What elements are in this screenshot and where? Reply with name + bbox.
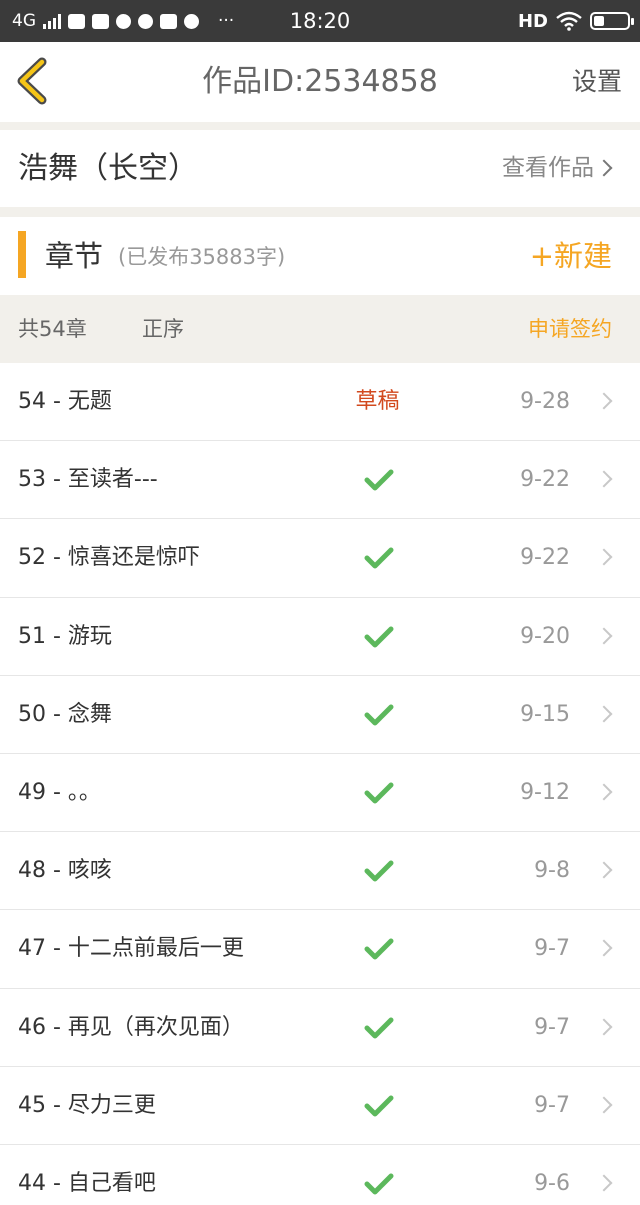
- nav-bar: 作品ID:2534858 设置: [0, 42, 640, 122]
- chapter-row[interactable]: 47 - 十二点前最后一更 9-7: [0, 910, 640, 989]
- chapter-date: 9-15: [520, 701, 570, 727]
- chapters-title: 章节: [45, 239, 104, 273]
- chapter-row[interactable]: 49 - 。。 9-12: [0, 753, 640, 833]
- qq-icon: [116, 13, 131, 29]
- bulb-icon: [184, 13, 199, 29]
- signal-icon: [43, 13, 61, 29]
- chevron-right-icon: [595, 470, 613, 488]
- chevron-right-icon: [595, 783, 613, 801]
- chapter-title: 48 - 咳咳: [18, 858, 112, 884]
- chapter-row[interactable]: 45 - 尽力三更 9-7: [0, 1066, 640, 1145]
- section-accent-bar: [18, 231, 26, 278]
- chapter-row[interactable]: 52 - 惊喜还是惊吓 9-22: [0, 519, 640, 598]
- chevron-right-icon: [595, 939, 613, 957]
- chapter-title: 47 - 十二点前最后一更: [18, 936, 244, 962]
- chevron-right-icon: [595, 1018, 613, 1035]
- chapter-date: 9-20: [520, 623, 570, 649]
- chapter-date: 9-7: [534, 936, 570, 962]
- chat-icon: [138, 13, 153, 29]
- chapter-list: 54 - 无题 草稿 9-28 53 - 至读者--- 9-22 52 - 惊喜还是惊吓 9…: [0, 363, 640, 1205]
- chevron-right-icon: [595, 1096, 613, 1114]
- settings-button[interactable]: 设置: [572, 42, 622, 122]
- back-button[interactable]: [12, 56, 56, 106]
- check-icon: [364, 547, 394, 569]
- chevron-right-icon: [595, 392, 613, 410]
- view-work-link[interactable]: 查看作品: [502, 130, 594, 207]
- apply-sign-button[interactable]: 申请签约: [528, 295, 612, 363]
- check-icon: [364, 469, 394, 491]
- chapter-date: 9-6: [534, 1170, 570, 1196]
- chapter-row[interactable]: 44 - 自己看吧 9-6: [0, 1144, 640, 1205]
- chapter-row[interactable]: 48 - 咳咳 9-8: [0, 832, 640, 911]
- check-icon: [364, 626, 394, 648]
- chapter-title: 44 - 自己看吧: [18, 1170, 156, 1196]
- check-icon: [364, 1017, 394, 1038]
- chapter-row[interactable]: 50 - 念舞 9-15: [0, 675, 640, 754]
- chapter-date: 9-12: [520, 779, 570, 805]
- page-title: 作品ID:2534858: [202, 64, 438, 99]
- check-icon: [364, 704, 394, 726]
- check-icon: [364, 782, 394, 804]
- image-icon: [92, 13, 109, 29]
- check-icon: [364, 938, 394, 960]
- chevron-right-icon: [595, 159, 613, 177]
- chapter-title: 51 - 游玩: [18, 623, 112, 649]
- chapter-date: 9-7: [534, 1092, 570, 1118]
- new-chapter-button[interactable]: +新建: [530, 217, 612, 295]
- network-label: 4G: [12, 11, 36, 31]
- sort-order-toggle[interactable]: 正序: [142, 295, 184, 363]
- chapter-date: 9-7: [534, 1014, 570, 1040]
- check-icon: [364, 1173, 394, 1195]
- chapter-title: 45 - 尽力三更: [18, 1092, 156, 1118]
- chapter-title: 46 - 再见（再次见面）: [18, 1014, 244, 1040]
- chapter-row[interactable]: 46 - 再见（再次见面） 9-7: [0, 988, 640, 1067]
- chapter-count: 共54章: [18, 317, 87, 341]
- chevron-left-icon: [17, 57, 47, 105]
- sort-bar: 共54章 正序 申请签约: [0, 295, 640, 363]
- chevron-right-icon: [595, 627, 613, 645]
- chapter-date: 9-22: [520, 545, 570, 571]
- status-bar-left: 4G ···: [12, 0, 234, 42]
- chapter-title: 53 - 至读者---: [18, 467, 158, 493]
- chapter-title: 50 - 念舞: [18, 701, 112, 727]
- chapter-title: 49 - 。。: [18, 779, 101, 805]
- chevron-right-icon: [595, 861, 613, 879]
- chapter-date: 9-8: [534, 858, 570, 884]
- check-icon: [364, 860, 394, 882]
- chapter-row[interactable]: 54 - 无题 草稿 9-28: [0, 363, 640, 442]
- chevron-right-icon: [595, 705, 613, 723]
- cloud-icon: [68, 13, 85, 29]
- status-bar: 4G ··· 18:20 HD: [0, 0, 640, 42]
- work-name: 浩舞（长空）: [18, 151, 198, 186]
- chapter-row[interactable]: 53 - 至读者--- 9-22: [0, 441, 640, 520]
- word-count: (已发布35883字): [118, 245, 286, 269]
- hd-label: HD: [517, 10, 548, 32]
- chapter-title: 54 - 无题: [18, 389, 112, 414]
- chevron-right-icon: [595, 548, 613, 566]
- wifi-icon: [556, 11, 582, 31]
- chapter-title: 52 - 惊喜还是惊吓: [18, 545, 200, 571]
- mail-icon: [160, 13, 177, 29]
- chevron-right-icon: [595, 1174, 613, 1192]
- chapters-header: 章节 (已发布35883字) +新建: [0, 217, 640, 295]
- draft-status: 草稿: [355, 389, 400, 414]
- chapter-date: 9-28: [520, 389, 570, 414]
- more-dots: ···: [218, 11, 235, 31]
- section-divider: [0, 122, 640, 130]
- status-bar-right: HD: [517, 0, 634, 42]
- chapter-row[interactable]: 51 - 游玩 9-20: [0, 597, 640, 676]
- work-row[interactable]: 浩舞（长空） 查看作品: [0, 130, 640, 207]
- check-icon: [364, 1095, 394, 1117]
- chapter-date: 9-22: [520, 467, 570, 493]
- section-divider: [0, 207, 640, 217]
- battery-icon: [590, 12, 634, 30]
